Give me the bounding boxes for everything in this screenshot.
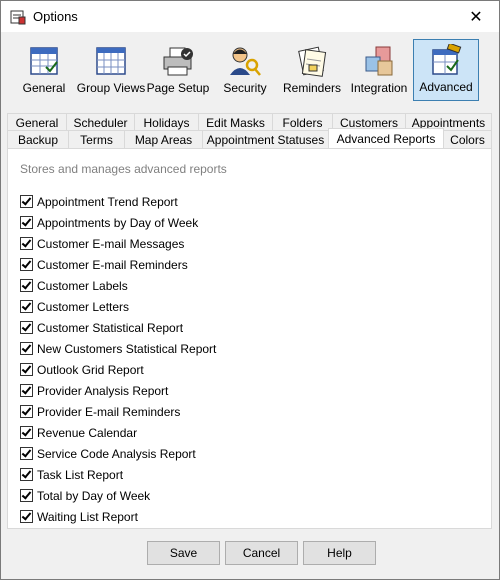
category-toolbar: General Group Views Page Setup Security …: [11, 39, 489, 101]
toolbar-page-setup[interactable]: Page Setup: [145, 39, 211, 101]
report-label: Customer Statistical Report: [37, 320, 184, 335]
report-label: Service Code Analysis Report: [37, 446, 196, 461]
checkbox[interactable]: [20, 405, 33, 418]
toolbar-label: Group Views: [76, 81, 146, 95]
help-button[interactable]: Help: [303, 541, 376, 565]
report-label: Provider Analysis Report: [37, 383, 169, 398]
report-label: Appointment Trend Report: [37, 194, 178, 209]
report-item[interactable]: Customer Letters: [20, 296, 216, 317]
checkbox[interactable]: [20, 279, 33, 292]
checkbox[interactable]: [20, 489, 33, 502]
report-item[interactable]: Service Code Analysis Report: [20, 443, 216, 464]
advanced-icon: [428, 43, 464, 77]
report-item[interactable]: Customer E-mail Reminders: [20, 254, 216, 275]
report-item[interactable]: Customer E-mail Messages: [20, 233, 216, 254]
report-item[interactable]: Appointment Trend Report: [20, 191, 216, 212]
report-label: Task List Report: [37, 467, 124, 482]
report-item[interactable]: Waiting List Report: [20, 506, 216, 527]
checkbox[interactable]: [20, 363, 33, 376]
checkbox[interactable]: [20, 510, 33, 523]
printer-icon: [160, 44, 196, 78]
report-item[interactable]: Total by Day of Week: [20, 485, 216, 506]
report-item[interactable]: Appointments by Day of Week: [20, 212, 216, 233]
group-views-icon: [93, 44, 129, 78]
checkbox[interactable]: [20, 426, 33, 439]
window-title: Options: [33, 9, 78, 24]
title-bar[interactable]: Options ✕: [1, 1, 499, 32]
checkbox[interactable]: [20, 216, 33, 229]
toolbar-label: Integration: [350, 81, 408, 95]
report-item[interactable]: Provider Analysis Report: [20, 380, 216, 401]
report-label: Total by Day of Week: [37, 488, 151, 503]
report-label: Revenue Calendar: [37, 425, 138, 440]
checkbox[interactable]: [20, 237, 33, 250]
panel-caption: Stores and manages advanced reports: [20, 162, 227, 176]
report-label: Customer E-mail Messages: [37, 236, 185, 251]
checkbox[interactable]: [20, 468, 33, 481]
tab-colors[interactable]: Colors: [443, 130, 492, 148]
report-item[interactable]: Provider E-mail Reminders: [20, 401, 216, 422]
toolbar-label: Reminders: [282, 81, 342, 95]
toolbar-general[interactable]: General: [11, 39, 77, 101]
tab-scheduler[interactable]: Scheduler: [66, 113, 135, 131]
toolbar-label: Advanced: [419, 80, 473, 94]
toolbar-label: Page Setup: [146, 81, 210, 95]
report-label: Appointments by Day of Week: [37, 215, 199, 230]
checkbox[interactable]: [20, 258, 33, 271]
toolbar-group-views[interactable]: Group Views: [76, 39, 146, 101]
tab-general[interactable]: General: [7, 113, 67, 131]
cancel-button[interactable]: Cancel: [225, 541, 298, 565]
tab-holidays[interactable]: Holidays: [134, 113, 199, 131]
toolbar-label: General: [22, 81, 66, 95]
reports-list: Appointment Trend Report Appointments by…: [20, 191, 216, 527]
report-item[interactable]: Revenue Calendar: [20, 422, 216, 443]
report-item[interactable]: New Customers Statistical Report: [20, 338, 216, 359]
save-button[interactable]: Save: [147, 541, 220, 565]
tab-advanced-reports[interactable]: Advanced Reports: [328, 128, 444, 148]
report-item[interactable]: Customer Statistical Report: [20, 317, 216, 338]
tab-terms[interactable]: Terms: [68, 130, 125, 148]
checkbox[interactable]: [20, 195, 33, 208]
toolbar-integration[interactable]: Integration: [346, 39, 412, 101]
tab-map-areas[interactable]: Map Areas: [124, 130, 203, 148]
integration-blocks-icon: [361, 44, 397, 78]
toolbar-security[interactable]: Security: [212, 39, 278, 101]
report-label: Outlook Grid Report: [37, 362, 144, 377]
report-label: New Customers Statistical Report: [37, 341, 217, 356]
tab-folders[interactable]: Folders: [272, 113, 333, 131]
report-label: Provider E-mail Reminders: [37, 404, 181, 419]
close-icon[interactable]: ✕: [453, 1, 499, 32]
tab-appointment-statuses[interactable]: Appointment Statuses: [202, 130, 329, 148]
advanced-reports-panel: Stores and manages advanced reports Appo…: [7, 148, 492, 529]
toolbar-reminders[interactable]: Reminders: [279, 39, 345, 101]
security-key-icon: [227, 44, 263, 78]
general-icon: [26, 44, 62, 78]
report-label: Customer E-mail Reminders: [37, 257, 188, 272]
checkbox[interactable]: [20, 384, 33, 397]
report-label: Customer Letters: [37, 299, 130, 314]
toolbar-label: Security: [223, 81, 267, 95]
checkbox[interactable]: [20, 321, 33, 334]
report-item[interactable]: Outlook Grid Report: [20, 359, 216, 380]
tab-edit-masks[interactable]: Edit Masks: [198, 113, 273, 131]
toolbar-advanced[interactable]: Advanced: [413, 39, 479, 101]
report-label: Customer Labels: [37, 278, 128, 293]
checkbox[interactable]: [20, 342, 33, 355]
tab-backup[interactable]: Backup: [7, 130, 69, 148]
checkbox[interactable]: [20, 300, 33, 313]
app-icon: [10, 9, 26, 25]
report-label: Waiting List Report: [37, 509, 138, 524]
options-window: Options ✕ General Group Views Page Setup…: [0, 0, 500, 580]
reminders-icon: [294, 44, 330, 78]
report-item[interactable]: Task List Report: [20, 464, 216, 485]
checkbox[interactable]: [20, 447, 33, 460]
tab-row-2: Backup Terms Map Areas Appointment Statu…: [7, 128, 492, 148]
report-item[interactable]: Customer Labels: [20, 275, 216, 296]
